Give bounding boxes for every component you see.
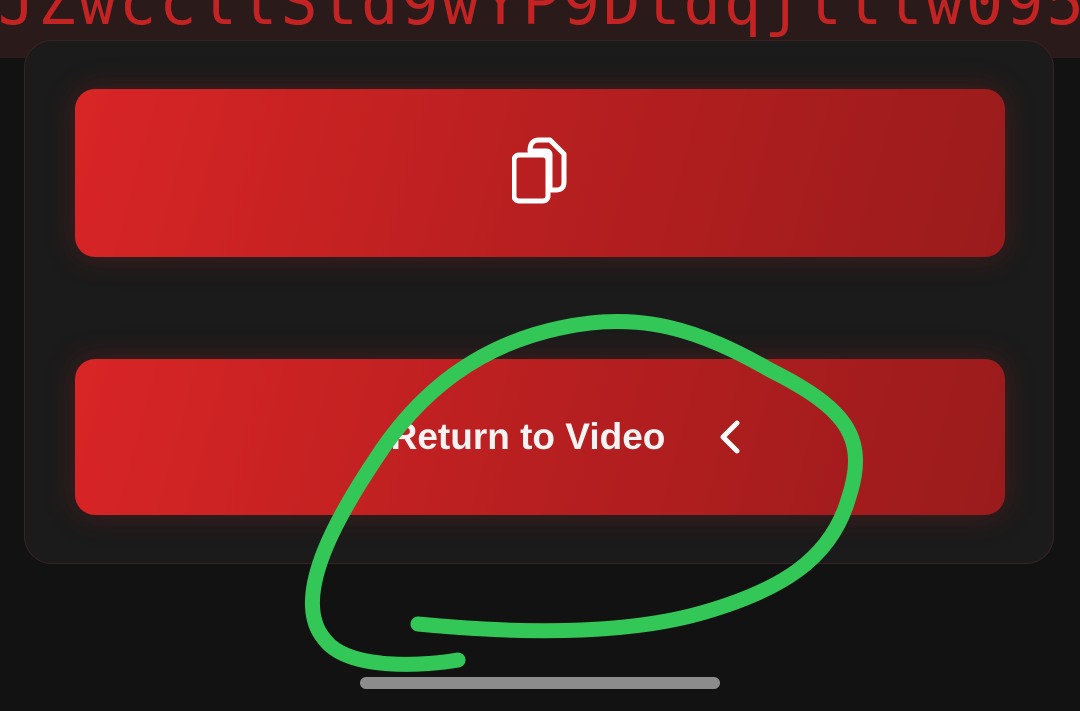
return-to-video-button[interactable]: Return to Video [75, 359, 1005, 515]
home-indicator[interactable] [360, 677, 720, 689]
screen: JZwccllStd9wYP9Dtdqjlllw095 judo2m... Re… [0, 0, 1080, 711]
return-to-video-label: Return to Video [390, 416, 666, 457]
copy-icon [511, 137, 568, 210]
chevron-left-icon [717, 419, 743, 455]
copy-button[interactable] [75, 89, 1005, 257]
top-strip-text: JZwccllStd9wYP9Dtdqjlllw095 judo2m... [0, 0, 1080, 39]
